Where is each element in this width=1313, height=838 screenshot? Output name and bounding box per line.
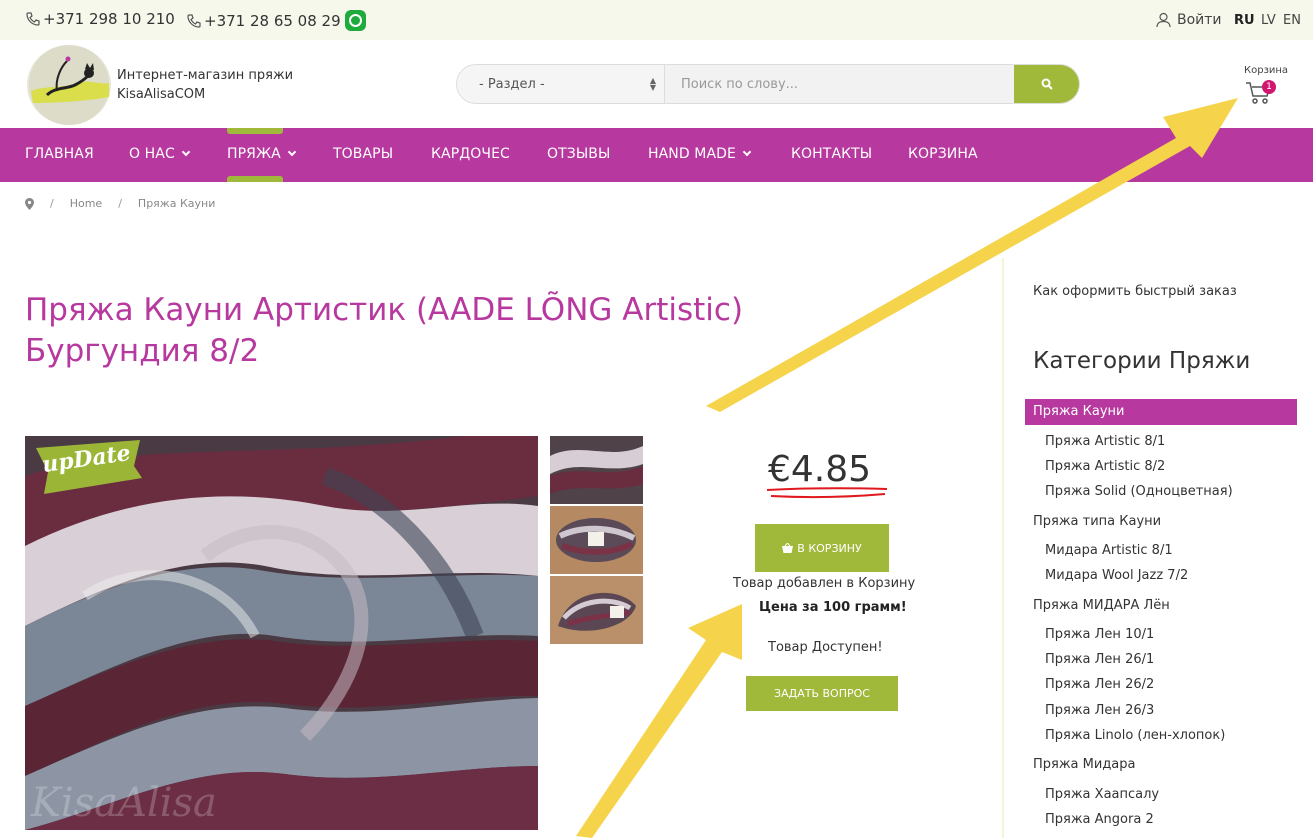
search-bar: - Раздел - ▲ ▼ (456, 64, 1080, 104)
login-label: Войти (1177, 12, 1222, 28)
nav-handmade-label: HAND MADE (648, 146, 736, 162)
nav-cart[interactable]: КОРЗИНА (908, 146, 978, 162)
nav-home[interactable]: ГЛАВНАЯ (25, 146, 94, 162)
header-cart-label[interactable]: Корзина (1244, 65, 1288, 76)
map-pin-icon[interactable] (25, 197, 34, 210)
breadcrumb-separator: / (118, 197, 122, 210)
quick-order-link[interactable]: Как оформить быстрый заказ (1033, 284, 1237, 299)
sidebar-category-item[interactable]: Мидара Wool Jazz 7/2 (1045, 568, 1188, 583)
chevron-down-icon (287, 147, 297, 157)
nav-cart-label: КОРЗИНА (908, 146, 978, 162)
sidebar-category-item[interactable]: Пряжа Linolo (лен-хлопок) (1045, 728, 1225, 743)
nav-kardoches[interactable]: КАРДОЧЕС (431, 146, 510, 162)
sidebar-category-item[interactable]: Мидара Artistic 8/1 (1045, 543, 1173, 558)
top-bar: +371 298 10 210 +371 28 65 08 29 Войти R… (0, 0, 1313, 40)
nav-goods-label: ТОВАРЫ (333, 146, 394, 162)
watermark-text: KisaAlisa (31, 780, 217, 826)
add-to-cart-label: В КОРЗИНУ (797, 541, 862, 555)
section-select[interactable]: - Раздел - ▲ ▼ (457, 65, 665, 103)
sidebar-category-group[interactable]: Пряжа типа Кауни (1033, 514, 1161, 529)
sidebar-divider (1002, 258, 1004, 838)
product-title: Пряжа Кауни Артистик (AADE LÕNG Artistic… (25, 292, 744, 369)
search-icon (1041, 78, 1053, 90)
shop-domain: KisaAlisaCOM (117, 87, 206, 102)
lang-lv[interactable]: LV (1261, 13, 1276, 28)
price-per-100g-note: Цена за 100 грамм! (759, 600, 907, 615)
sidebar-category-item[interactable]: Пряжа Лен 26/2 (1045, 677, 1154, 692)
search-button[interactable] (1014, 65, 1079, 103)
chevron-down-icon (181, 147, 191, 157)
sidebar-category-active-label: Пряжа Кауни (1033, 404, 1125, 419)
section-select-value: - Раздел - (479, 76, 545, 92)
breadcrumb-separator: / (50, 197, 54, 210)
price-underline-mark (766, 487, 888, 499)
lang-ru[interactable]: RU (1234, 13, 1255, 28)
sidebar-category-item[interactable]: Пряжа Лен 26/3 (1045, 703, 1154, 718)
nav-contacts[interactable]: КОНТАКТЫ (791, 146, 872, 162)
product-thumbnail-3[interactable] (550, 576, 643, 644)
whatsapp-icon[interactable] (344, 10, 366, 31)
shop-name[interactable]: Интернет-магазин пряжи KisaAlisaCOM (117, 66, 293, 104)
nav-handmade[interactable]: HAND MADE (648, 146, 752, 162)
sidebar-category-item[interactable]: Пряжа Solid (Одноцветная) (1045, 484, 1233, 499)
availability-status: Товар Доступен! (768, 640, 883, 655)
select-arrows-icon: ▲ ▼ (649, 76, 656, 92)
breadcrumb-current[interactable]: Пряжа Кауни (138, 197, 215, 210)
phone-link-2[interactable]: +371 28 65 08 29 (186, 10, 366, 31)
search-input[interactable] (665, 65, 1014, 103)
phone-link-1[interactable]: +371 298 10 210 (25, 10, 175, 28)
phone-number-2: +371 28 65 08 29 (204, 11, 341, 30)
nav-active-indicator-bottom (227, 176, 283, 182)
breadcrumb-home[interactable]: Home (70, 197, 102, 210)
main-nav: ГЛАВНАЯ О НАС ПРЯЖА ТОВАРЫ КАРДОЧЕС ОТЗЫ… (0, 128, 1313, 182)
sidebar-category-item[interactable]: Пряжа Хаапсалу (1045, 787, 1159, 802)
sidebar-category-active[interactable]: Пряжа Кауни (1025, 399, 1297, 425)
phone-number-1: +371 298 10 210 (43, 10, 175, 28)
nav-yarn-label: ПРЯЖА (227, 146, 281, 162)
added-to-cart-message: Товар добавлен в Корзину (733, 576, 916, 591)
chevron-down-icon (742, 147, 752, 157)
ask-question-label: ЗАДАТЬ ВОПРОС (774, 687, 870, 700)
sidebar-category-item[interactable]: Пряжа Angora 2 (1045, 812, 1154, 827)
nav-active-indicator-top (227, 128, 283, 134)
cart-count-badge: 1 (1262, 80, 1276, 94)
sidebar-category-item[interactable]: Пряжа Лен 26/1 (1045, 652, 1154, 667)
cat-logo-graphic (29, 45, 109, 125)
user-icon (1156, 12, 1171, 28)
sidebar-category-item[interactable]: Пряжа Лен 10/1 (1045, 627, 1154, 642)
phone-icon (26, 12, 40, 26)
add-to-cart-button[interactable]: В КОРЗИНУ (755, 524, 889, 572)
sidebar-category-item[interactable]: Пряжа Artistic 8/1 (1045, 434, 1165, 449)
nav-home-label: ГЛАВНАЯ (25, 146, 94, 162)
sidebar-category-group[interactable]: Пряжа Мидара (1033, 757, 1136, 772)
nav-reviews-label: ОТЗЫВЫ (547, 146, 611, 162)
nav-yarn[interactable]: ПРЯЖА (227, 146, 297, 162)
sidebar-category-group[interactable]: Пряжа МИДАРА Лён (1033, 598, 1170, 613)
product-thumbnail-1[interactable] (550, 436, 643, 504)
breadcrumb: / Home / Пряжа Кауни (25, 197, 215, 210)
nav-about-label: О НАС (129, 146, 175, 162)
phone-icon (187, 13, 201, 28)
product-thumbnail-2[interactable] (550, 506, 643, 574)
nav-contacts-label: КОНТАКТЫ (791, 146, 873, 162)
shop-tagline: Интернет-магазин пряжи (117, 68, 294, 83)
ask-question-button[interactable]: ЗАДАТЬ ВОПРОС (746, 676, 898, 711)
nav-kardoches-label: КАРДОЧЕС (431, 146, 510, 162)
product-price: €4.85 (768, 449, 872, 490)
lang-en[interactable]: EN (1283, 13, 1301, 28)
sidebar-category-item[interactable]: Пряжа Artistic 8/2 (1045, 459, 1165, 474)
login-link[interactable]: Войти (1156, 12, 1222, 28)
nav-about[interactable]: О НАС (129, 146, 191, 162)
basket-icon (782, 543, 794, 553)
nav-goods[interactable]: ТОВАРЫ (333, 146, 393, 162)
site-logo[interactable] (27, 45, 111, 125)
categories-heading: Категории Пряжи (1033, 348, 1251, 374)
nav-reviews[interactable]: ОТЗЫВЫ (547, 146, 610, 162)
